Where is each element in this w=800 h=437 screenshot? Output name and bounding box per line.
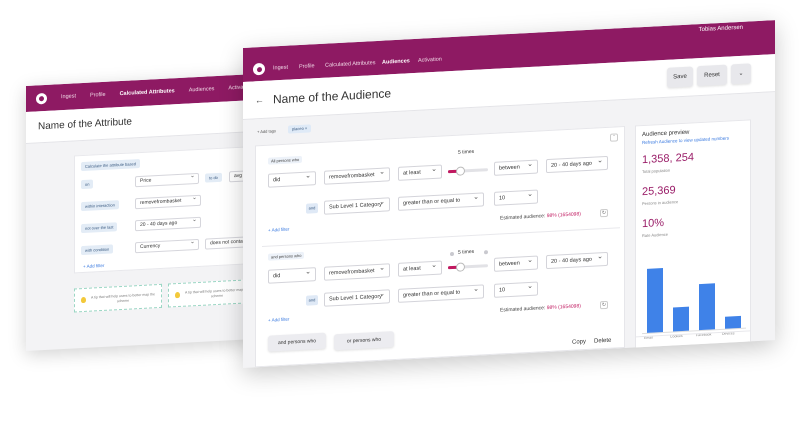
reset-button[interactable]: Reset	[697, 64, 727, 87]
or-persons-who-button[interactable]: or persons who	[334, 331, 394, 351]
rate-audience-label: Rate Audience	[642, 231, 669, 239]
nav-ingest[interactable]: Ingest	[273, 65, 288, 72]
and-chip: and	[306, 203, 318, 214]
rate-audience-value: 10%	[642, 216, 665, 231]
export-button[interactable]: Export	[700, 348, 744, 369]
estimated-audience: Estimated audience: 98% (1654098)	[500, 211, 581, 222]
attribute-value-select[interactable]: 10	[494, 281, 538, 298]
copy-button[interactable]: Copy	[572, 339, 586, 346]
total-population-label: Total population	[642, 167, 671, 175]
not-over-label: not over the last	[81, 222, 118, 234]
estimated-audience-value: 98% (1654098)	[546, 303, 581, 312]
frequency-op-select[interactable]: at least	[398, 164, 442, 181]
time-range-select[interactable]: 20 - 40 days ago	[546, 251, 608, 270]
save-button[interactable]: Save	[667, 66, 693, 88]
slider-handle[interactable]	[456, 166, 465, 176]
nav-audiences[interactable]: Audiences	[189, 86, 215, 93]
total-population-value: 1,358, 254	[642, 151, 694, 167]
group-label: and persons who	[268, 251, 305, 261]
time-op-select[interactable]: between	[494, 159, 538, 176]
time-range-select[interactable]: 20 - 40 days ago	[135, 216, 201, 232]
drag-handle-icon[interactable]	[450, 251, 454, 257]
within-label: within interaction	[81, 200, 119, 212]
refresh-button[interactable]: Refresh	[644, 351, 688, 369]
bar-facebook	[699, 283, 715, 331]
attribute-op-select[interactable]: greater than or equal to	[398, 284, 484, 303]
user-name[interactable]: Tobias Andersen	[699, 25, 743, 33]
add-filter-link[interactable]: + Add filter	[83, 263, 104, 269]
on-label: on	[81, 179, 94, 190]
event-select[interactable]: removefrombasket	[324, 263, 390, 281]
refresh-icon[interactable]: ↻	[600, 208, 608, 218]
nav-activation[interactable]: Activation	[418, 57, 442, 64]
bar-devices	[725, 316, 741, 329]
and-chip: and	[306, 295, 318, 306]
nav-profile[interactable]: Profile	[90, 92, 106, 99]
time-op-select[interactable]: between	[494, 255, 538, 272]
group-label: All persons who	[268, 155, 303, 165]
to-do-label: to do	[205, 172, 222, 183]
delete-button[interactable]: Delete	[594, 338, 611, 345]
persons-in-audience-label: Persons in audience	[642, 199, 679, 207]
and-persons-who-button[interactable]: and persons who	[268, 332, 326, 352]
add-filter-link[interactable]: + Add filter	[268, 227, 289, 233]
frequency-slider[interactable]	[448, 166, 488, 176]
time-range-select[interactable]: 20 - 40 days ago	[546, 155, 608, 174]
frequency-op-select[interactable]: at least	[398, 260, 442, 277]
tag-chip[interactable]: placeo ×	[288, 124, 312, 134]
channel-bar-chart: Email Cookies Facebook Devices	[642, 256, 746, 340]
preview-title: Audience preview	[642, 129, 690, 139]
times-label: 5 times	[458, 148, 475, 156]
nav-calculated-attributes[interactable]: Calculated Attributes	[120, 88, 175, 97]
more-options-button[interactable]: ⌄	[731, 63, 751, 85]
currency-select[interactable]: Currency	[135, 238, 199, 254]
audience-rules-card: ˆ All persons who 5 times did removefrom…	[255, 125, 625, 368]
back-arrow-icon[interactable]: ←	[255, 95, 264, 105]
lightbulb-icon	[175, 291, 180, 299]
bar-email	[647, 267, 663, 333]
attribute-window: Ingest Profile Calculated Attributes Aud…	[26, 72, 276, 351]
brand-logo-icon[interactable]	[253, 62, 265, 76]
did-select[interactable]: did	[268, 171, 316, 188]
audience-window: Ingest Profile Calculated Attributes Aud…	[243, 20, 775, 369]
price-select[interactable]: Price	[135, 172, 199, 188]
tip-box: A tip that will help users to better map…	[74, 283, 162, 313]
attribute-op-select[interactable]: greater than or equal to	[398, 192, 484, 211]
persons-in-audience-value: 25,369	[642, 184, 676, 199]
add-tags-link[interactable]: + Add tags	[257, 128, 276, 134]
slider-handle[interactable]	[456, 262, 465, 272]
drag-handle-icon[interactable]	[484, 250, 488, 255]
frequency-slider[interactable]	[448, 262, 488, 272]
attribute-value-select[interactable]: 10	[494, 189, 538, 206]
did-select[interactable]: did	[268, 267, 316, 284]
estimated-audience: Estimated audience: 98% (1654098)	[500, 303, 581, 314]
brand-logo-icon[interactable]	[36, 92, 47, 104]
add-filter-link[interactable]: + Add filter	[268, 317, 289, 323]
calc-label: Calculate the attribute based	[81, 159, 140, 172]
audience-preview-panel: Audience preview Refresh Audience to vie…	[635, 119, 751, 369]
refresh-icon[interactable]: ↻	[600, 300, 608, 310]
nav-ingest[interactable]: Ingest	[61, 93, 76, 100]
event-select[interactable]: removefrombasket	[135, 194, 201, 210]
condition-label: with condition	[81, 244, 114, 256]
nav-audiences[interactable]: Audiences	[382, 58, 410, 65]
group-divider	[262, 227, 620, 248]
attribute-card: Calculate the attribute based on Price t…	[74, 145, 269, 274]
attribute-select[interactable]: Sub Level 1 Category	[324, 289, 390, 307]
attribute-select[interactable]: Sub Level 1 Category	[324, 197, 390, 215]
event-select[interactable]: removefrombasket	[324, 167, 390, 185]
lightbulb-icon	[81, 296, 86, 304]
nav-profile[interactable]: Profile	[299, 63, 315, 70]
times-label: 5 times	[458, 248, 475, 256]
estimated-audience-value: 98% (1654098)	[546, 211, 581, 220]
nav-calculated-attributes[interactable]: Calculated Attributes	[325, 60, 375, 69]
page-title: Name of the Audience	[273, 86, 392, 107]
collapse-icon[interactable]: ˆ	[610, 133, 618, 142]
bar-cookies	[673, 306, 689, 332]
page-title: Name of the Attribute	[38, 116, 132, 133]
